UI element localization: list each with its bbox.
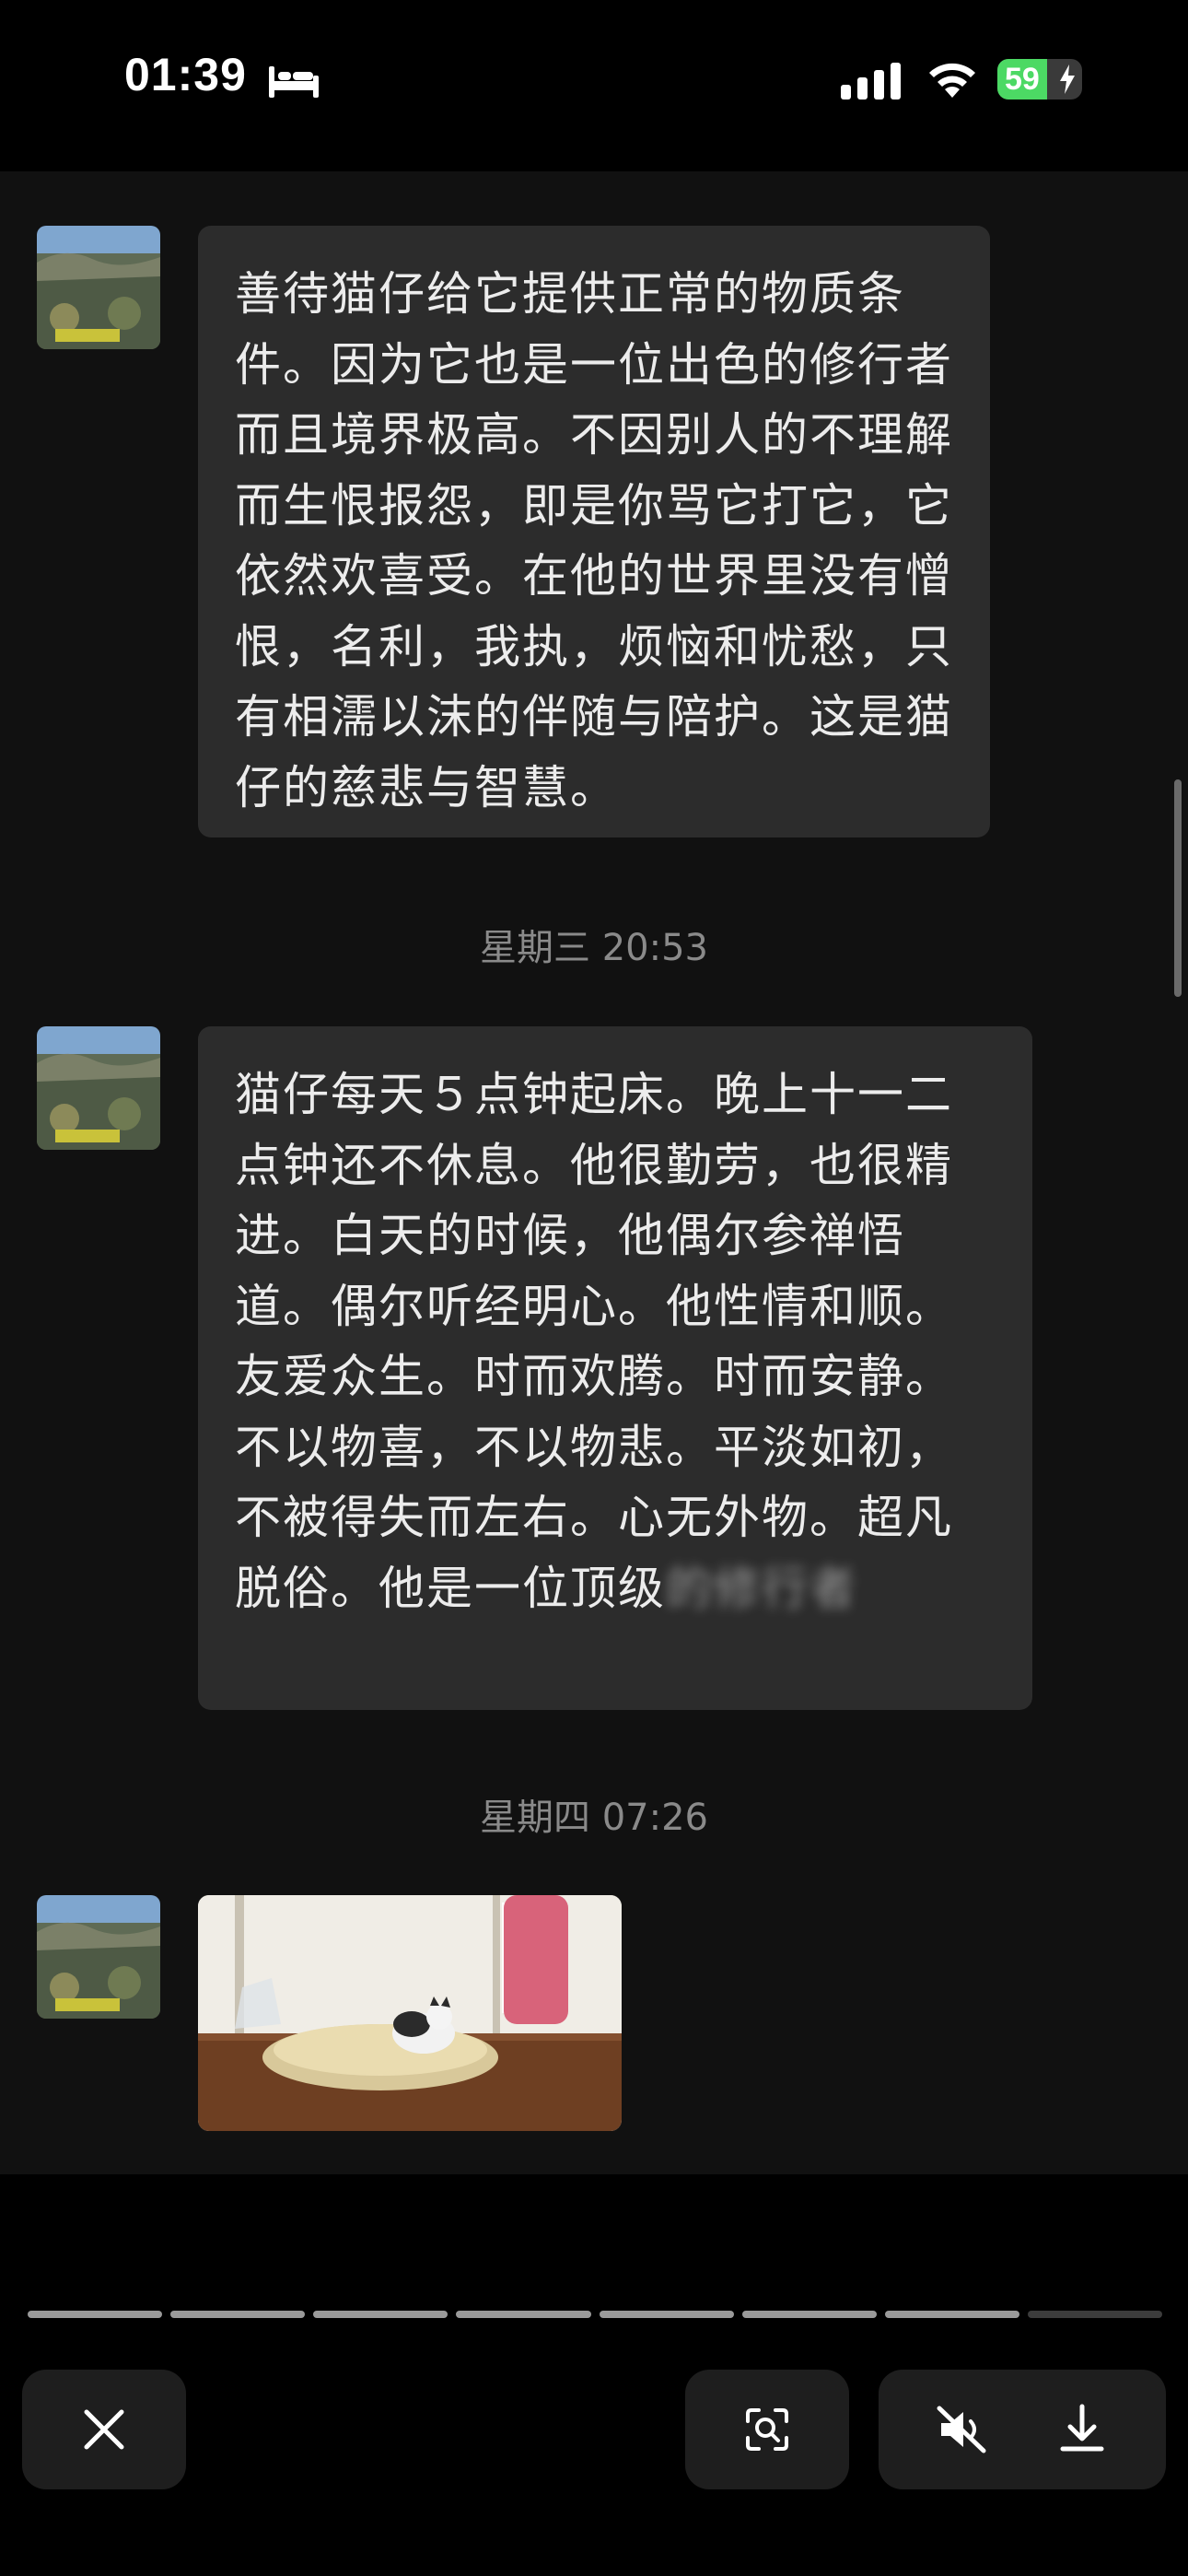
close-icon (84, 2409, 124, 2450)
message-text-visible: 猫仔每天５点钟起床。晚上十一二点钟还不休息。他很勤劳，也很精进。白天的时候，他偶… (235, 1068, 953, 1615)
avatar[interactable] (37, 1026, 160, 1150)
battery-level: 59 (1005, 62, 1040, 97)
wifi-icon (929, 63, 975, 98)
progress-segment (313, 2311, 448, 2318)
story-progress (28, 2311, 1162, 2320)
scan-button[interactable] (685, 2370, 849, 2489)
progress-segment (741, 2311, 877, 2318)
battery-icon: 59 (997, 59, 1082, 100)
progress-segment (456, 2311, 591, 2318)
bed-icon (269, 66, 319, 98)
progress-segment (599, 2311, 734, 2318)
media-controls (879, 2370, 1166, 2489)
message-text: 猫仔每天５点钟起床。晚上十一二点钟还不休息。他很勤劳，也很精进。白天的时候，他偶… (235, 1060, 992, 1623)
message-bubble[interactable]: 猫仔每天５点钟起床。晚上十一二点钟还不休息。他很勤劳，也很精进。白天的时候，他偶… (198, 1026, 1032, 1710)
chat-area: 善待猫仔给它提供正常的物质条件。因为它也是一位出色的修行者而且境界极高。不因别人… (0, 171, 1188, 2174)
avatar[interactable] (37, 226, 160, 349)
close-button[interactable] (22, 2370, 186, 2489)
message-bubble[interactable]: 善待猫仔给它提供正常的物质条件。因为它也是一位出色的修行者而且境界极高。不因别人… (198, 226, 990, 837)
scan-icon (746, 2408, 788, 2451)
progress-segment (170, 2311, 306, 2318)
signal-icon (841, 63, 901, 100)
bolt-icon (1060, 64, 1075, 94)
progress-segment (884, 2311, 1019, 2318)
message-text: 善待猫仔给它提供正常的物质条件。因为它也是一位出色的修行者而且境界极高。不因别人… (235, 267, 953, 814)
scrollbar[interactable] (1174, 779, 1182, 997)
status-time: 01:39 (124, 49, 247, 100)
status-bar: 01:39 59 (0, 0, 1188, 171)
cat-on-cushion-photo[interactable] (198, 1895, 622, 2131)
progress-segment (28, 2311, 163, 2318)
download-icon[interactable] (1059, 2403, 1105, 2454)
timestamp: 星期三 20:53 (480, 927, 708, 969)
avatar[interactable] (37, 1895, 160, 2019)
timestamp: 星期四 07:26 (480, 1797, 708, 1839)
mute-icon[interactable] (936, 2405, 987, 2454)
message-text-blurred: 的修行者 (666, 1561, 857, 1615)
progress-segment (1027, 2311, 1162, 2318)
